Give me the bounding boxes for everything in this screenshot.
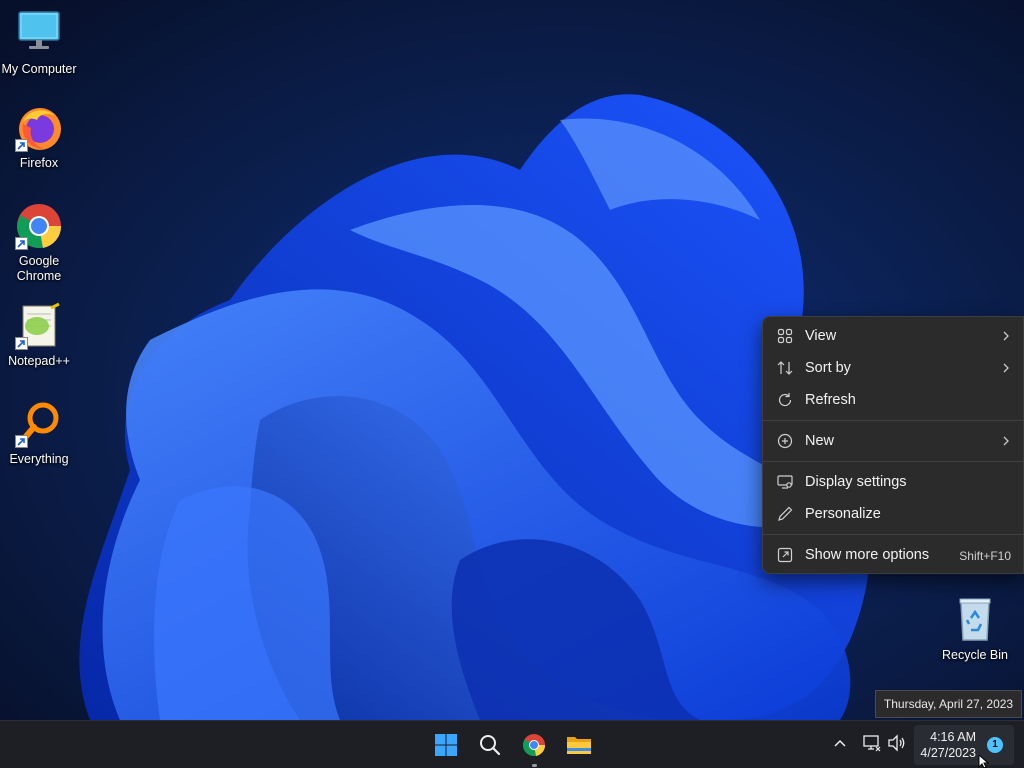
menu-item-personalize[interactable]: Personalize	[767, 499, 1019, 529]
desktop-icon-everything[interactable]: Everything	[0, 400, 78, 467]
pen-icon	[777, 506, 793, 522]
taskbar-chrome-button[interactable]	[516, 727, 552, 767]
desktop-icon-my-computer[interactable]: My Computer	[0, 10, 78, 77]
shortcut-arrow-icon	[15, 435, 28, 448]
chevron-right-icon	[1001, 433, 1011, 449]
menu-item-display-settings[interactable]: Display settings	[767, 467, 1019, 497]
taskbar: 4:16 AM 4/27/2023 1	[0, 720, 1024, 768]
volume-button[interactable]	[887, 733, 907, 758]
shortcut-arrow-icon	[15, 139, 28, 152]
running-indicator	[532, 764, 537, 767]
menu-item-new[interactable]: New	[767, 426, 1019, 456]
recycle-bin-icon	[951, 596, 999, 644]
desktop-icon-label: Everything	[9, 452, 69, 466]
clock-date: 4/27/2023	[920, 746, 976, 760]
start-button[interactable]	[428, 727, 464, 763]
shortcut-arrow-icon	[15, 337, 28, 350]
menu-item-label: View	[805, 328, 837, 344]
chevron-right-icon	[1001, 360, 1011, 376]
date-tooltip: Thursday, April 27, 2023	[875, 690, 1022, 718]
menu-item-label: Display settings	[805, 474, 907, 490]
menu-item-label: Show more options	[805, 547, 930, 563]
show-hidden-icons-button[interactable]	[832, 733, 848, 758]
menu-item-label: Personalize	[805, 506, 881, 522]
file-explorer-icon	[567, 737, 591, 754]
chevron-right-icon	[1001, 328, 1011, 344]
clock-button[interactable]: 4:16 AM 4/27/2023 1	[914, 725, 1014, 765]
clock-time: 4:16 AM	[930, 730, 976, 744]
firefox-icon	[15, 104, 63, 152]
desktop-icon-firefox[interactable]: Firefox	[0, 104, 78, 171]
desktop-icon-label: Google Chrome	[16, 254, 62, 283]
menu-item-sort-by[interactable]: Sort by	[767, 353, 1019, 383]
notification-badge[interactable]: 1	[987, 737, 1003, 753]
mouse-cursor-icon	[978, 755, 990, 768]
menu-item-label: New	[805, 433, 835, 449]
chrome-icon	[15, 202, 63, 250]
menu-separator	[763, 420, 1023, 421]
desktop-icon-label: Firefox	[19, 156, 59, 170]
search-button[interactable]	[472, 727, 508, 763]
shortcut-arrow-icon	[15, 237, 28, 250]
refresh-icon	[777, 392, 793, 408]
desktop-icon-recycle-bin[interactable]: Recycle Bin	[936, 596, 1014, 663]
menu-item-view[interactable]: View	[767, 321, 1019, 351]
grid-icon	[777, 328, 793, 344]
chrome-icon	[523, 734, 546, 756]
desktop-icon-label: My Computer	[1, 62, 77, 76]
sort-icon	[777, 360, 793, 376]
keyboard-shortcut: Shift+F10	[959, 549, 1011, 563]
taskbar-file-explorer-button[interactable]	[560, 727, 596, 763]
network-button[interactable]	[862, 733, 882, 758]
desktop-context-menu: View Sort by Refresh New Display setting…	[762, 316, 1024, 574]
menu-item-show-more-options[interactable]: Show more options Shift+F10	[767, 540, 1019, 570]
menu-item-refresh[interactable]: Refresh	[767, 385, 1019, 415]
start-icon	[435, 734, 457, 756]
desktop-icon-label: Recycle Bin	[942, 648, 1008, 662]
menu-separator	[763, 534, 1023, 535]
everything-search-icon	[15, 400, 63, 448]
menu-item-label: Refresh	[805, 392, 856, 408]
monitor-icon	[15, 10, 63, 58]
notepad-plus-plus-icon	[15, 302, 63, 350]
network-icon	[863, 735, 881, 752]
menu-separator	[763, 461, 1023, 462]
display-settings-icon	[777, 474, 793, 490]
menu-item-label: Sort by	[805, 360, 851, 376]
desktop-icon-google-chrome[interactable]: Google Chrome	[0, 202, 78, 284]
speaker-icon	[888, 734, 905, 752]
desktop-icon-notepad-plus-plus[interactable]: Notepad++	[0, 302, 78, 369]
desktop-icon-label: Notepad++	[8, 354, 70, 368]
external-icon	[777, 547, 793, 563]
plus-circle-icon	[777, 433, 793, 449]
chevron-up-icon	[834, 739, 846, 747]
search-icon	[480, 735, 501, 756]
